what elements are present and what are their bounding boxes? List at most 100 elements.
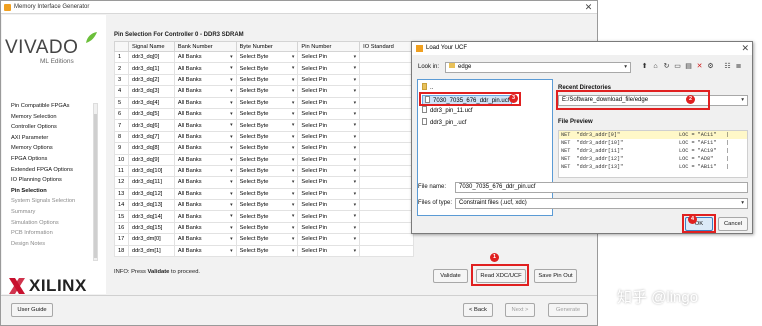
- cancel-button[interactable]: Cancel: [718, 217, 748, 231]
- cell-signal: ddr3_dq[1]: [127, 62, 175, 75]
- cell-n: 13: [114, 187, 129, 201]
- list-view-icon[interactable]: ☷: [723, 62, 732, 72]
- cell-text: 6: [118, 111, 122, 118]
- bookmark-icon[interactable]: ▤: [684, 62, 693, 72]
- table-row: 8 ddr3_dq[7] All Banks ▾ Select Byte ▾ Select …: [114, 130, 414, 144]
- delete-icon[interactable]: ✕: [695, 62, 704, 72]
- look-in-select[interactable]: edge ▾: [445, 62, 631, 73]
- cell-byte[interactable]: Select Byte ▾: [235, 107, 299, 121]
- cell-text: 14: [118, 202, 125, 209]
- table-row: 17 ddr3_dm[0] All Banks ▾ Select Byte ▾ Select…: [114, 233, 414, 246]
- home-icon[interactable]: ⌂: [651, 62, 660, 72]
- generate-button[interactable]: Generate: [548, 303, 588, 317]
- file-item[interactable]: ddr3_pin_11.ucf: [422, 106, 473, 114]
- cell-byte[interactable]: Select Byte ▾: [235, 233, 299, 246]
- save-pin-out-button[interactable]: Save Pin Out: [534, 269, 577, 283]
- cell-n: 4: [114, 85, 129, 98]
- cell-bank[interactable]: All Banks ▾: [173, 142, 237, 155]
- chevron-down-icon: ▾: [291, 167, 295, 174]
- cell-bank[interactable]: All Banks ▾: [173, 96, 237, 109]
- cell-byte[interactable]: Select Byte ▾: [235, 153, 299, 166]
- cell-bank[interactable]: All Banks ▾: [173, 244, 237, 258]
- cell-pin[interactable]: Select Pin ▾: [297, 73, 361, 87]
- cell-byte[interactable]: Select Byte ▾: [235, 85, 299, 98]
- cell-text: 3: [118, 76, 122, 83]
- cell-text: All Banks: [177, 156, 202, 163]
- cell-pin[interactable]: Select Pin ▾: [297, 96, 361, 109]
- cell-pin[interactable]: Select Pin ▾: [297, 199, 361, 212]
- cell-pin[interactable]: Select Pin ▾: [297, 107, 361, 121]
- cell-byte[interactable]: Select Byte ▾: [235, 221, 299, 235]
- annotation-box-4: [682, 214, 716, 233]
- cell-byte[interactable]: Select Byte ▾: [235, 50, 299, 64]
- cell-byte[interactable]: Select Byte ▾: [235, 96, 299, 109]
- cell-bank[interactable]: All Banks ▾: [173, 164, 237, 178]
- cell-bank[interactable]: All Banks ▾: [173, 153, 237, 166]
- cell-byte[interactable]: Select Byte ▾: [235, 119, 299, 132]
- cell-bank[interactable]: All Banks ▾: [173, 50, 237, 64]
- validate-button[interactable]: Validate: [433, 269, 468, 283]
- cell-pin[interactable]: Select Pin ▾: [297, 130, 361, 144]
- back-button[interactable]: < Back: [463, 303, 493, 317]
- cell-bank[interactable]: All Banks ▾: [173, 130, 237, 144]
- cell-pin[interactable]: Select Pin ▾: [297, 164, 361, 178]
- cell-bank[interactable]: All Banks ▾: [173, 233, 237, 246]
- next-button[interactable]: Next >: [505, 303, 535, 317]
- user-guide-button[interactable]: User Guide: [11, 303, 53, 317]
- cell-pin[interactable]: Select Pin ▾: [297, 153, 361, 166]
- cell-bank[interactable]: All Banks ▾: [173, 62, 237, 75]
- file-type-select[interactable]: Constraint files (.ucf, xdc) ▾: [455, 198, 748, 209]
- cell-pin[interactable]: Select Pin ▾: [297, 119, 361, 132]
- cell-text: Select Byte: [239, 179, 269, 186]
- cell-bank[interactable]: All Banks ▾: [173, 187, 237, 201]
- chevron-down-icon: ▾: [353, 65, 357, 72]
- cell-byte[interactable]: Select Byte ▾: [235, 176, 299, 189]
- cell-byte[interactable]: Select Byte ▾: [235, 130, 299, 144]
- cell-bank[interactable]: All Banks ▾: [173, 221, 237, 235]
- cell-bank[interactable]: All Banks ▾: [173, 85, 237, 98]
- cell-signal: ddr3_dq[11]: [127, 176, 175, 189]
- cell-pin[interactable]: Select Pin ▾: [297, 233, 361, 246]
- annotation-badge-3: 3: [509, 94, 518, 103]
- cell-byte[interactable]: Select Byte ▾: [235, 164, 299, 178]
- cell-bank[interactable]: All Banks ▾: [173, 119, 237, 132]
- cell-pin[interactable]: Select Pin ▾: [297, 221, 361, 235]
- up-folder-icon[interactable]: ⬆: [640, 62, 649, 72]
- cell-byte[interactable]: Select Byte ▾: [235, 244, 299, 258]
- step-list-scrollbar[interactable]: [93, 103, 98, 261]
- cell-pin[interactable]: Select Pin ▾: [297, 244, 361, 258]
- cell-bank[interactable]: All Banks ▾: [173, 210, 237, 223]
- cell-bank[interactable]: All Banks ▾: [173, 73, 237, 87]
- cell-byte[interactable]: Select Byte ▾: [235, 199, 299, 212]
- cell-bank[interactable]: All Banks ▾: [173, 176, 237, 189]
- file-item[interactable]: ddr3_pin_.ucf: [422, 117, 466, 126]
- file-name-label: File name:: [418, 184, 447, 190]
- close-icon[interactable]: ✕: [583, 2, 594, 13]
- cell-pin[interactable]: Select Pin ▾: [297, 142, 361, 155]
- cell-pin[interactable]: Select Pin ▾: [297, 50, 361, 64]
- cell-n: 10: [114, 153, 129, 166]
- refresh-icon[interactable]: ↻: [662, 62, 671, 72]
- cell-n: 8: [114, 130, 129, 144]
- dialog-close-icon[interactable]: ✕: [741, 43, 749, 54]
- cell-pin[interactable]: Select Pin ▾: [297, 85, 361, 98]
- details-view-icon[interactable]: ≣: [734, 62, 743, 72]
- file-name-input[interactable]: 7030_7035_676_ddr_pin.ucf: [455, 182, 748, 193]
- cell-byte[interactable]: Select Byte ▾: [235, 210, 299, 223]
- parent-folder-item[interactable]: ..: [422, 83, 433, 91]
- table-row: 10 ddr3_dq[9] All Banks ▾ Select Byte ▾ Select…: [114, 153, 414, 166]
- table-row: 7 ddr3_dq[6] All Banks ▾ Select Byte ▾ Select …: [114, 119, 414, 132]
- cell-pin[interactable]: Select Pin ▾: [297, 187, 361, 201]
- cell-byte[interactable]: Select Byte ▾: [235, 187, 299, 201]
- cell-n: 15: [114, 210, 129, 223]
- cell-byte[interactable]: Select Byte ▾: [235, 73, 299, 87]
- new-folder-icon[interactable]: ▭: [673, 62, 682, 72]
- cell-byte[interactable]: Select Byte ▾: [235, 142, 299, 155]
- cell-bank[interactable]: All Banks ▾: [173, 107, 237, 121]
- settings-icon[interactable]: ⚙: [706, 62, 715, 72]
- cell-byte[interactable]: Select Byte ▾: [235, 62, 299, 75]
- cell-pin[interactable]: Select Pin ▾: [297, 210, 361, 223]
- cell-pin[interactable]: Select Pin ▾: [297, 62, 361, 75]
- cell-bank[interactable]: All Banks ▾: [173, 199, 237, 212]
- cell-pin[interactable]: Select Pin ▾: [297, 176, 361, 189]
